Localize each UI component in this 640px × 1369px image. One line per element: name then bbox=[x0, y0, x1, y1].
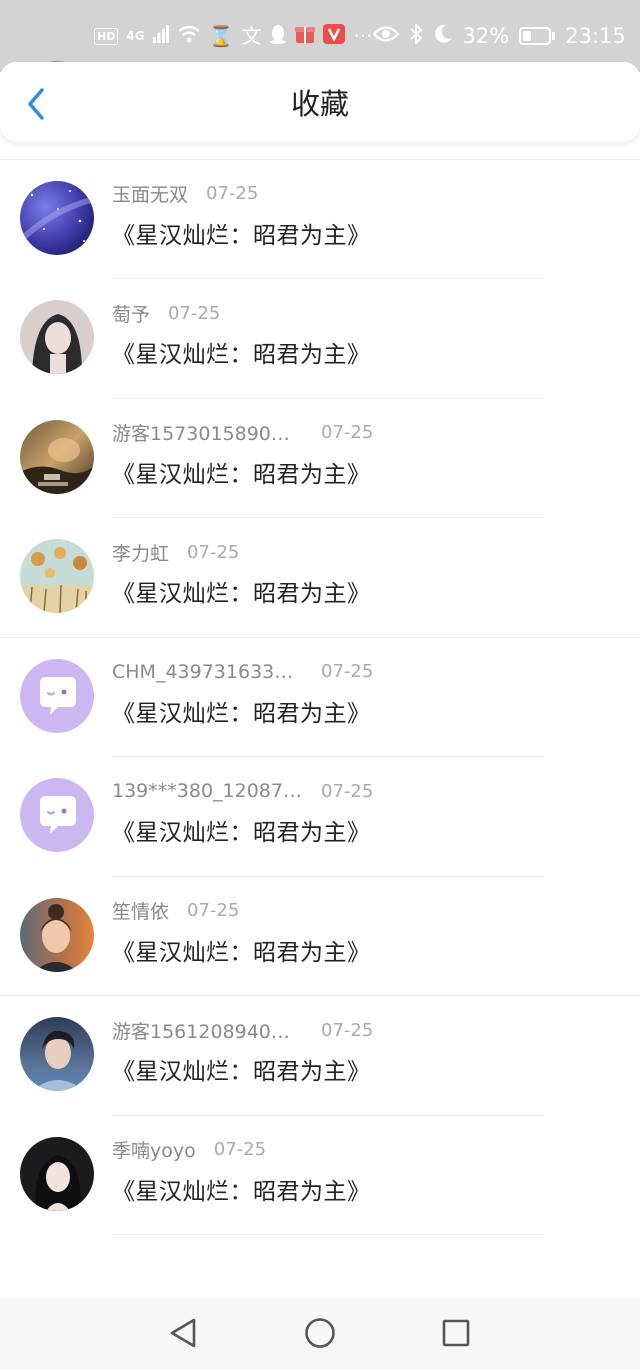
nav-recents-icon bbox=[442, 1319, 470, 1347]
date: 07-25 bbox=[187, 900, 240, 921]
username: 玉面无双 bbox=[112, 184, 189, 206]
list-item[interactable]: 季喃yoyo 07-25 《星汉灿烂：昭君为主》 bbox=[0, 1116, 640, 1235]
nav-back-button[interactable] bbox=[165, 1315, 201, 1351]
avatar[interactable] bbox=[20, 1017, 94, 1091]
item-meta: 游客1561208940… 07-25 bbox=[112, 1016, 373, 1044]
list-item[interactable]: 游客1573015890… 07-25 《星汉灿烂：昭君为主》 bbox=[0, 399, 640, 518]
item-title[interactable]: 《星汉灿烂：昭君为主》 bbox=[112, 455, 371, 489]
item-title[interactable]: 《星汉灿烂：昭君为主》 bbox=[112, 335, 371, 369]
nav-home-icon bbox=[305, 1318, 335, 1348]
avatar[interactable] bbox=[20, 419, 94, 494]
date: 07-25 bbox=[187, 541, 240, 563]
username: 萄予 bbox=[112, 303, 151, 326]
divider bbox=[112, 1234, 544, 1235]
username: 139***380_12087… bbox=[112, 780, 302, 802]
item-title[interactable]: 《星汉灿烂：昭君为主》 bbox=[112, 216, 371, 250]
date: 07-25 bbox=[321, 1019, 374, 1041]
avatar[interactable] bbox=[20, 300, 94, 374]
list-item[interactable]: CHM_439731633… 07-25 《星汉灿烂：昭君为主》 bbox=[0, 638, 640, 757]
date: 07-25 bbox=[206, 183, 259, 204]
date: 07-25 bbox=[321, 780, 374, 802]
username: 游客1561208940… bbox=[112, 1020, 290, 1043]
item-meta: 139***380_12087… 07-25 bbox=[112, 777, 373, 805]
nav-back-icon bbox=[170, 1318, 196, 1348]
date: 07-25 bbox=[321, 422, 374, 443]
username: 游客1573015890… bbox=[112, 423, 290, 445]
avatar[interactable] bbox=[20, 1136, 94, 1211]
item-meta: 萄予 07-25 bbox=[112, 299, 220, 327]
item-meta: 游客1573015890… 07-25 bbox=[112, 419, 373, 447]
avatar[interactable] bbox=[20, 658, 94, 733]
username: CHM_439731633… bbox=[112, 660, 294, 683]
item-meta: CHM_439731633… 07-25 bbox=[112, 658, 373, 686]
username: 季喃yoyo bbox=[112, 1140, 196, 1162]
list-item[interactable]: 笙情依 07-25 《星汉灿烂：昭君为主》 bbox=[0, 877, 640, 996]
item-meta: 玉面无双 07-25 bbox=[112, 180, 258, 208]
list-item[interactable]: 萄予 07-25 《星汉灿烂：昭君为主》 bbox=[0, 279, 640, 399]
avatar[interactable] bbox=[20, 778, 94, 852]
username: 李力虹 bbox=[112, 542, 170, 565]
navigation-bar bbox=[0, 1298, 640, 1369]
list-item[interactable]: 游客1561208940… 07-25 《星汉灿烂：昭君为主》 bbox=[0, 996, 640, 1116]
nav-home-button[interactable] bbox=[302, 1315, 338, 1351]
username: 笙情依 bbox=[112, 901, 170, 923]
date: 07-25 bbox=[213, 1139, 267, 1160]
avatar[interactable] bbox=[20, 539, 94, 613]
item-title[interactable]: 《星汉灿烂：昭君为主》 bbox=[112, 933, 371, 967]
avatar[interactable] bbox=[20, 897, 94, 972]
item-meta: 季喃yoyo 07-25 bbox=[112, 1136, 266, 1164]
page-title: 收藏 bbox=[290, 87, 349, 121]
avatar[interactable] bbox=[20, 180, 94, 255]
item-meta: 笙情依 07-25 bbox=[112, 897, 239, 925]
date: 07-25 bbox=[168, 302, 221, 324]
list-item[interactable]: 李力虹 07-25 《星汉灿烂：昭君为主》 bbox=[0, 518, 640, 638]
item-title[interactable]: 《星汉灿烂：昭君为主》 bbox=[112, 694, 371, 728]
header: 收藏 bbox=[0, 62, 640, 142]
item-title[interactable]: 《星汉灿烂：昭君为主》 bbox=[112, 813, 371, 847]
item-meta: 李力虹 07-25 bbox=[112, 538, 239, 566]
list-item[interactable]: 139***380_12087… 07-25 《星汉灿烂：昭君为主》 bbox=[0, 757, 640, 877]
item-title[interactable]: 《星汉灿烂：昭君为主》 bbox=[112, 1052, 371, 1086]
item-title[interactable]: 《星汉灿烂：昭君为主》 bbox=[112, 1172, 371, 1206]
item-title[interactable]: 《星汉灿烂：昭君为主》 bbox=[112, 574, 371, 608]
nav-recents-button[interactable] bbox=[438, 1315, 474, 1351]
list-item[interactable]: 玉面无双 07-25 《星汉灿烂：昭君为主》 bbox=[0, 160, 640, 279]
favorites-list: 《星汉灿烂：昭君为主》玉面无双07-25《星汉灿烂：昭君为主》萄予07-25《星… bbox=[0, 61, 640, 1235]
date: 07-25 bbox=[321, 661, 374, 682]
